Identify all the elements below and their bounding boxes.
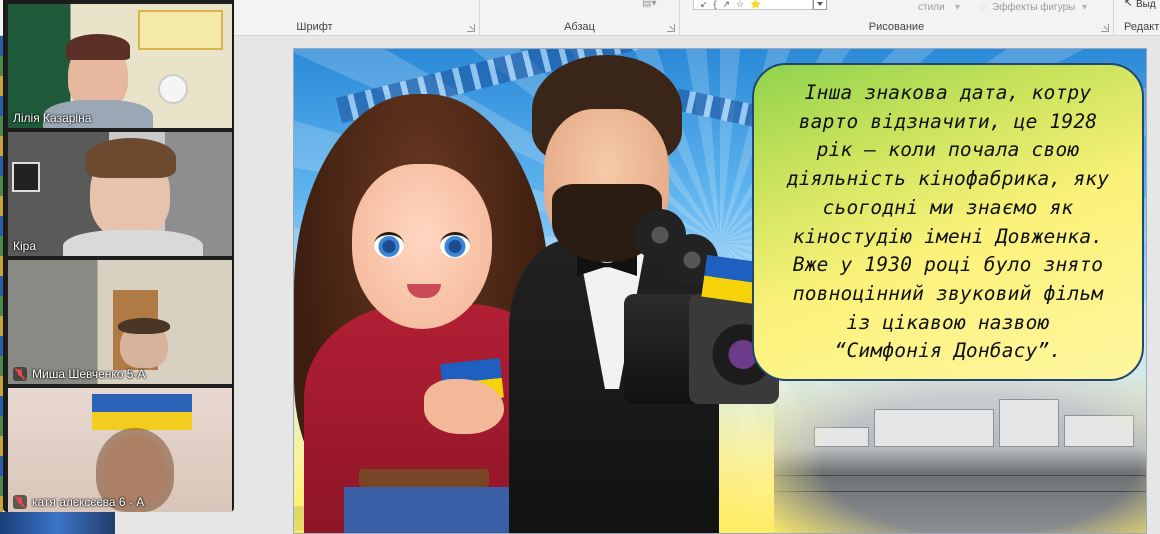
slide-text: Інша знакова дата, котру варто відзначит… bbox=[787, 79, 1109, 366]
quick-styles-dropdown-icon[interactable]: ▾ bbox=[955, 2, 960, 13]
photo-rail-line bbox=[774, 475, 1146, 476]
studio-historical-photo bbox=[774, 379, 1146, 533]
participant-tile[interactable]: Лілія Казаріна bbox=[8, 4, 232, 128]
slide-text-box[interactable]: Інша знакова дата, котру варто відзначит… bbox=[752, 63, 1144, 381]
participant-name: Миша Шевченко 5-А bbox=[32, 367, 146, 381]
classroom-poster bbox=[138, 10, 223, 50]
paragraph-dialog-launcher-icon[interactable] bbox=[667, 24, 675, 32]
quick-styles-button[interactable]: стили bbox=[918, 2, 945, 13]
participant-tile[interactable]: катя алєксєєва 6 - А bbox=[8, 388, 232, 512]
woman-jeans bbox=[344, 487, 514, 533]
participant-hair bbox=[86, 138, 176, 178]
ribbon-group-drawing: ↙{↗☆⭐ стили ▾ ◌ Эффекты фигуры ▾ Рисован… bbox=[680, 0, 1114, 36]
classroom-clock bbox=[158, 74, 188, 104]
slide-text-line: рік — коли почала свою bbox=[816, 138, 1080, 162]
drawing-dialog-launcher-icon[interactable] bbox=[1101, 24, 1109, 32]
select-button[interactable]: Выд bbox=[1136, 0, 1156, 10]
slide-text-line: кіностудію імені Довженка. bbox=[792, 224, 1104, 248]
shape-effects-dropdown-icon[interactable]: ▾ bbox=[1082, 2, 1087, 13]
slide[interactable]: Інша знакова дата, котру варто відзначит… bbox=[293, 48, 1147, 534]
video-call-panel: Лілія Казаріна Кіра Миша Шевченко 5-А ка… bbox=[3, 0, 234, 512]
mic-muted-icon bbox=[13, 495, 27, 509]
ribbon-group-label-drawing: Рисование bbox=[868, 21, 925, 33]
slide-text-line: повноцінний звуковий фільм bbox=[792, 281, 1104, 305]
shapes-gallery-more-button[interactable] bbox=[813, 0, 827, 10]
slide-text-line: сьогодні ми знаємо як bbox=[822, 195, 1074, 219]
paragraph-align-icon[interactable]: ▤▾ bbox=[642, 0, 656, 9]
woman-eye-right bbox=[440, 232, 470, 258]
photo-building bbox=[999, 399, 1059, 447]
slide-text-line: “Симфонія Донбасу”. bbox=[834, 339, 1062, 363]
slide-text-line: варто відзначити, це 1928 bbox=[798, 109, 1098, 133]
ribbon-group-label-editing: Редакти bbox=[1124, 21, 1160, 33]
ribbon-group-paragraph: ▤▾ Абзац bbox=[480, 0, 680, 36]
select-cursor-icon: ↖ bbox=[1124, 0, 1133, 9]
slide-text-line: Інша знакова дата, котру bbox=[804, 81, 1092, 104]
ukraine-flag-wall-icon bbox=[92, 394, 192, 430]
photo-building bbox=[814, 427, 869, 447]
slide-text-line: діяльність кінофабрика, яку bbox=[786, 167, 1110, 191]
slide-text-line: із цікавою назвою bbox=[846, 310, 1050, 334]
taskbar-thumbnail-strip bbox=[0, 512, 115, 534]
ribbon-group-editing: ↖ Выд Редакти bbox=[1114, 0, 1160, 36]
participant-tile[interactable]: Миша Шевченко 5-А bbox=[8, 260, 232, 384]
participant-hair bbox=[66, 34, 130, 60]
mic-muted-icon bbox=[13, 367, 27, 381]
photo-building bbox=[1064, 415, 1134, 447]
woman-mouth bbox=[407, 284, 441, 298]
participant-name: Кіра bbox=[13, 239, 37, 253]
woman-eye-left bbox=[374, 232, 404, 258]
room-picture-frame bbox=[12, 162, 40, 192]
photo-building bbox=[874, 409, 994, 447]
font-dialog-launcher-icon[interactable] bbox=[467, 24, 475, 32]
woman-face bbox=[352, 164, 492, 329]
participant-name: Лілія Казаріна bbox=[13, 111, 92, 125]
participant-tile-active-speaker[interactable]: Кіра bbox=[8, 132, 232, 256]
participant-headphones bbox=[118, 318, 170, 334]
photo-rail-line bbox=[774, 491, 1146, 492]
participant-shoulders bbox=[63, 230, 203, 256]
woman-belt bbox=[359, 469, 489, 487]
shape-effects-icon: ◌ bbox=[980, 2, 986, 13]
shape-effects-button[interactable]: Эффекты фигуры bbox=[992, 2, 1075, 13]
slide-text-line: Вже у 1930 році було знято bbox=[792, 253, 1104, 277]
participant-name: катя алєксєєва 6 - А bbox=[32, 495, 145, 509]
shapes-gallery[interactable]: ↙{↗☆⭐ bbox=[693, 0, 813, 10]
font-commands-fade: ▔▔▔ bbox=[270, 0, 294, 7]
ribbon-group-label-paragraph: Абзац bbox=[564, 21, 595, 33]
